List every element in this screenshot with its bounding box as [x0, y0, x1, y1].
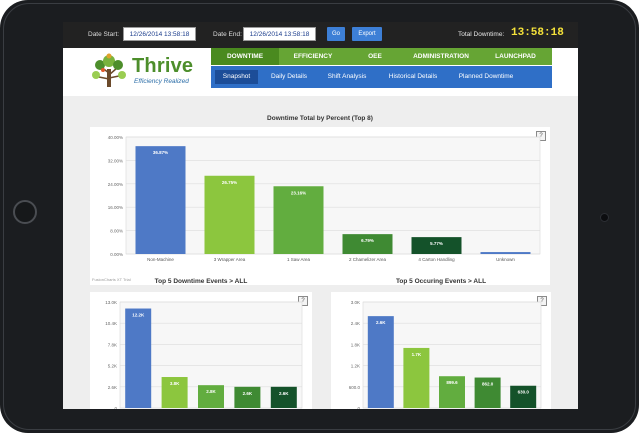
data-label: 630.0	[518, 390, 530, 395]
y-tick-label: 24.00%	[108, 182, 123, 187]
top5-occurring-panel: Top 5 Occuring Events > ALL ? 3.0K 2.4K 1.…	[331, 278, 551, 409]
x-tick-label: 4 Carton Handling	[418, 257, 455, 262]
y-tick-label: 7.8K	[108, 342, 117, 347]
tree-logo-icon	[92, 53, 126, 87]
top5-downtime-chart: 13.0K 10.4K 7.8K 5.2K 2.6K 0 12.2K 3.8K 2.8K 2.6K…	[105, 300, 303, 409]
total-downtime-label: Total Downtime:	[458, 31, 505, 38]
bar	[135, 146, 186, 254]
date-start-field[interactable]: 12/26/2014 13:58:18	[123, 27, 196, 41]
sub-nav: Snapshot Daily Details Shift Analysis Hi…	[211, 66, 552, 88]
data-label: 3.8K	[170, 381, 180, 386]
data-label: 12.2K	[132, 313, 145, 318]
sub-nav-daily-details[interactable]: Daily Details	[263, 70, 315, 84]
sub-nav-planned-downtime[interactable]: Planned Downtime	[451, 70, 521, 84]
home-button[interactable]	[13, 200, 37, 224]
x-tick-label: 2 Chamelizer Area	[349, 257, 387, 262]
y-tick-label: 32.00%	[108, 158, 123, 163]
total-downtime-value: 13:58:18	[511, 27, 564, 39]
top5-downtime-panel: Top 5 Downtime Events > ALL ? 13.0K 10.4K…	[90, 278, 312, 409]
bar	[403, 347, 430, 408]
data-label: 2.8K	[206, 389, 216, 394]
tablet-frame: Date Start: 12/26/2014 13:58:18 Date End…	[0, 0, 639, 433]
x-tick-label: Unknown	[496, 257, 515, 262]
bar	[367, 316, 394, 408]
y-tick-label: 40.00%	[108, 135, 123, 140]
main-nav-downtime[interactable]: DOWNTIME	[211, 48, 279, 65]
main-nav-administration[interactable]: ADMINISTRATION	[403, 48, 479, 65]
main-nav-oee[interactable]: OEE	[347, 48, 403, 65]
y-tick-label: 2.4K	[351, 321, 360, 326]
data-label: 2.6K	[376, 320, 386, 325]
plot-area	[125, 136, 541, 255]
chart-title: Top 5 Downtime Events > ALL	[154, 278, 248, 285]
sub-nav-shift-analysis[interactable]: Shift Analysis	[319, 70, 375, 84]
export-button[interactable]: Export	[352, 27, 382, 41]
date-start-label: Date Start:	[88, 31, 120, 38]
data-label: 23.16%	[291, 190, 306, 195]
data-label: 36.87%	[153, 150, 168, 155]
x-tick-label: Non-Machine	[147, 257, 174, 262]
y-tick-label: 0	[114, 406, 117, 409]
main-nav-launchpad[interactable]: LAUNCHPAD	[479, 48, 552, 65]
brand-logo[interactable]: Thrive Efficiency Realized	[90, 53, 202, 91]
date-end-field[interactable]: 12/26/2014 13:58:18	[243, 27, 316, 41]
bar	[204, 175, 255, 254]
x-tick-label: 1 Saw Area	[287, 257, 311, 262]
y-tick-label: 600.0	[349, 385, 361, 390]
chart-title: Downtime Total by Percent (Top 8)	[267, 115, 373, 122]
camera-icon	[600, 213, 609, 222]
main-nav: DOWNTIME EFFICIENCY OEE ADMINISTRATION L…	[211, 48, 552, 65]
data-label: 2.6K	[243, 391, 253, 396]
data-label: 862.0	[482, 382, 494, 387]
y-tick-label: 10.4K	[105, 321, 117, 326]
data-label: 1.7K	[412, 352, 422, 357]
logo-name: Thrive	[132, 55, 194, 77]
y-tick-label: 3.0K	[351, 300, 360, 305]
top-toolbar: Date Start: 12/26/2014 13:58:18 Date End…	[63, 22, 578, 48]
downtime-percent-chart: 40.00% 32.00% 24.00% 16.00% 8.00% 0.00% 36.87%…	[92, 135, 541, 282]
y-tick-label: 1.8K	[351, 342, 360, 347]
x-tick-label: 3 Wrapper Area	[214, 257, 246, 262]
app-header: Thrive Efficiency Realized DOWNTIME EFFI…	[63, 48, 578, 96]
downtime-percent-panel: Downtime Total by Percent (Top 8) ? 40.0…	[90, 115, 550, 285]
data-label: 26.75%	[222, 180, 237, 185]
bar	[273, 186, 324, 254]
bar	[125, 308, 152, 408]
logo-tagline: Efficiency Realized	[134, 78, 189, 85]
data-label: 5.77%	[430, 241, 443, 246]
y-tick-label: 16.00%	[108, 205, 123, 210]
y-tick-label: 1.2K	[351, 364, 360, 369]
app-screen: Date Start: 12/26/2014 13:58:18 Date End…	[63, 22, 578, 409]
data-label: 6.79%	[361, 238, 374, 243]
y-tick-label: 13.0K	[105, 300, 117, 305]
sub-nav-snapshot[interactable]: Snapshot	[215, 70, 258, 84]
y-tick-label: 0.00%	[110, 252, 123, 257]
chart-title: Top 5 Occuring Events > ALL	[395, 278, 487, 285]
y-tick-label: 5.2K	[108, 364, 117, 369]
data-label: 899.6	[446, 380, 458, 385]
y-tick-label: 2.6K	[108, 385, 117, 390]
top5-occurring-chart: 3.0K 2.4K 1.8K 1.2K 600.0 0 2.6K 1.7K 899.6 862.0…	[349, 300, 542, 409]
y-tick-label: 0	[357, 406, 360, 409]
date-end-label: Date End:	[213, 31, 242, 38]
bar	[342, 234, 393, 254]
bar	[480, 252, 531, 254]
sub-nav-historical-details[interactable]: Historical Details	[379, 70, 447, 84]
y-tick-label: 8.00%	[110, 229, 123, 234]
go-button[interactable]: Go	[327, 27, 345, 41]
data-label: 2.6K	[279, 391, 289, 396]
main-nav-efficiency[interactable]: EFFICIENCY	[279, 48, 347, 65]
